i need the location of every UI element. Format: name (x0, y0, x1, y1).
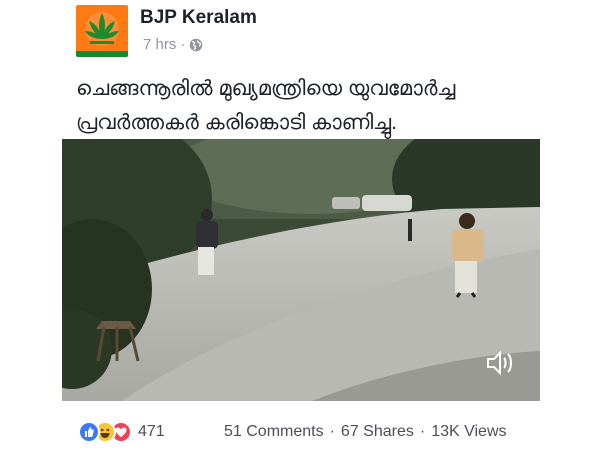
post-text-line-2: പ്രവർത്തകർ കരിങ്കൊടി കാണിച്ചു. (76, 111, 397, 134)
video-player[interactable] (62, 139, 540, 401)
page-name-link[interactable]: BJP Keralam (140, 7, 257, 29)
speaker-icon[interactable] (485, 349, 515, 377)
video-frame (62, 139, 540, 401)
globe-icon (189, 38, 203, 52)
views-count: 13K Views (431, 423, 507, 440)
post-message: ചെങ്ങന്നൂരിൽ മുഖ്യമന്ത്രിയെ യുവമോർച്ച പ്… (76, 72, 546, 140)
stats-separator: · (419, 423, 426, 440)
lotus-logo-icon (85, 12, 119, 46)
reactions-summary[interactable]: 471 (78, 421, 165, 443)
reaction-count: 471 (138, 423, 165, 440)
post-timestamp[interactable]: 7 hrs (143, 36, 176, 53)
comments-link[interactable]: 51 Comments (224, 423, 324, 441)
facebook-post: BJP Keralam 7 hrs · ചെങ്ങന്നൂരിൽ മുഖ്യമന… (0, 0, 600, 450)
stats-separator: · (329, 423, 335, 440)
meta-separator: · (180, 36, 186, 53)
shares-link[interactable]: 67 Shares (341, 423, 414, 441)
like-icon (78, 421, 100, 443)
post-meta: 7 hrs · (143, 36, 203, 53)
post-text-line-1: ചെങ്ങന്നൂരിൽ മുഖ്യമന്ത്രിയെ യുവമോർച്ച (76, 77, 456, 100)
page-avatar[interactable] (76, 5, 128, 57)
engagement-stats: 51 Comments · 67 Shares · 13K Views (224, 423, 507, 441)
